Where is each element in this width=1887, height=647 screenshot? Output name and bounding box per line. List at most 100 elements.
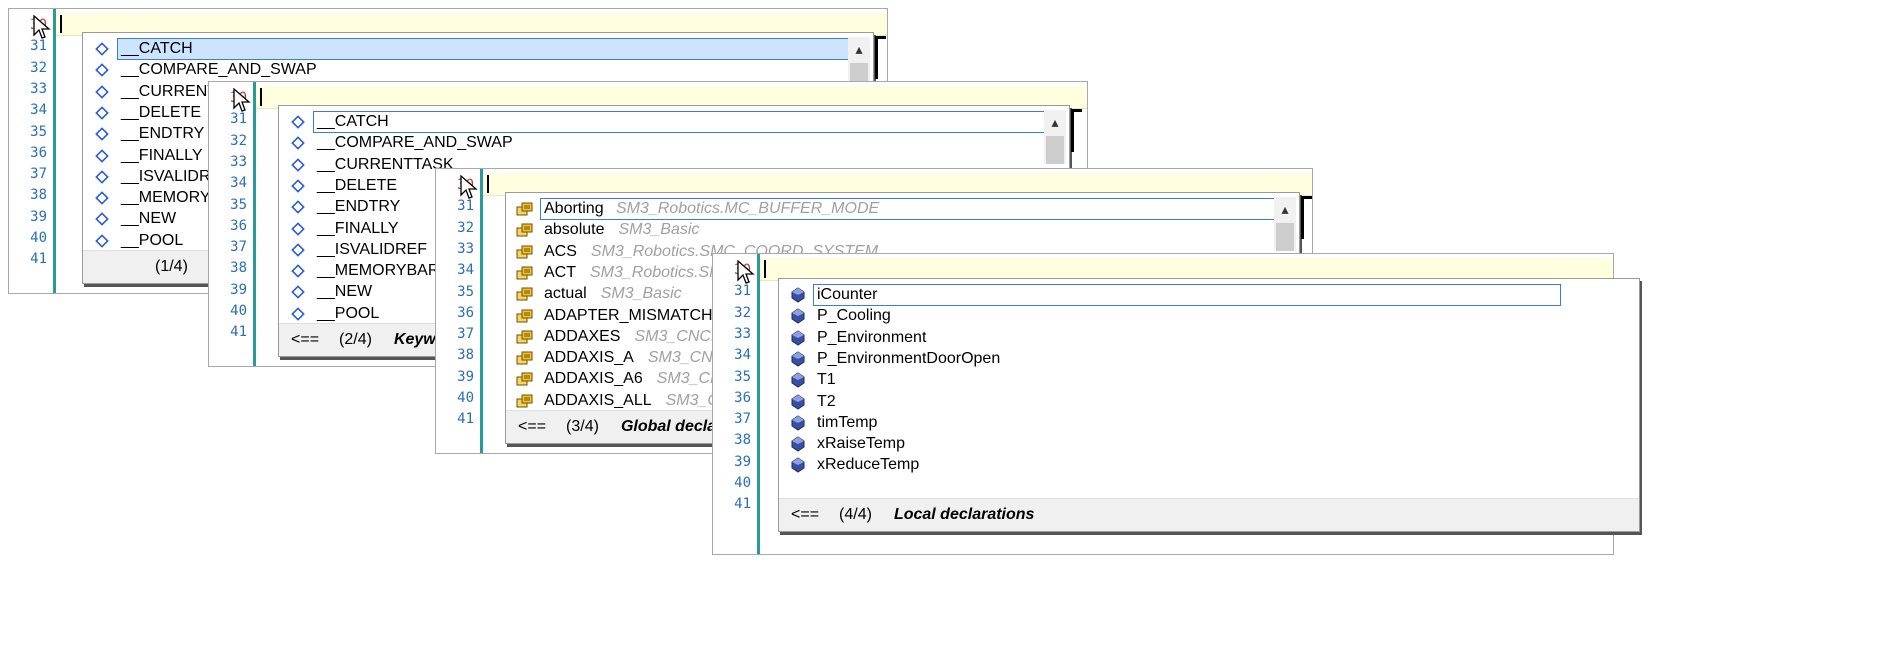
diamond-outline-icon (93, 104, 111, 122)
diamond-outline-icon (93, 147, 111, 165)
completion-item-label: T1 (817, 371, 836, 389)
scroll-up-icon[interactable]: ▴ (1274, 197, 1296, 219)
scrollbar[interactable]: ▴ (1274, 197, 1296, 251)
line-number: 40 (30, 230, 47, 246)
completion-item-label: __FINALLY (121, 146, 203, 164)
mouse-pointer-icon (33, 14, 51, 41)
enum-value-icon (516, 243, 534, 261)
diamond-outline-icon (289, 113, 307, 131)
enum-value-icon (516, 392, 534, 410)
diamond-outline-icon (289, 134, 307, 152)
variable-icon (789, 286, 807, 304)
diamond-outline-icon (289, 198, 307, 216)
line-number: 33 (734, 325, 751, 342)
completion-item-label: ADDAXES (544, 327, 621, 345)
line-number: 40 (230, 303, 247, 319)
line-number: 38 (230, 260, 247, 277)
page-indicator: (1/4) (155, 258, 188, 275)
popup-footer: <== (4/4) Local declarations (779, 498, 1639, 531)
variable-icon (789, 456, 807, 474)
variable-icon (789, 393, 807, 411)
mouse-pointer-icon (737, 259, 755, 286)
diamond-outline-icon (93, 232, 111, 250)
enum-value-icon (516, 349, 534, 367)
diamond-outline-icon (289, 220, 307, 238)
completion-item-label: __ENDTRY (121, 125, 205, 143)
diamond-outline-icon (289, 241, 307, 259)
previous-page-button[interactable]: <== (291, 331, 319, 349)
diamond-outline-icon (289, 262, 307, 280)
diamond-outline-icon (93, 189, 111, 207)
line-number: 34 (457, 262, 474, 279)
line-number: 41 (457, 411, 474, 428)
completion-item-label: ADDAXIS_A6 (544, 370, 643, 388)
diamond-outline-icon (289, 177, 307, 195)
scroll-up-icon[interactable]: ▴ (1044, 110, 1066, 132)
diamond-outline-icon (93, 40, 111, 58)
completion-item-label: P_Environment (817, 328, 927, 346)
completion-item-label: __ISVALIDREF (317, 240, 427, 258)
popup-resize-corner[interactable] (875, 36, 886, 79)
completion-item-label: __POOL (121, 231, 184, 249)
completion-item-label: T2 (817, 392, 836, 410)
line-number: 33 (30, 80, 47, 97)
enum-value-icon (516, 200, 534, 218)
scrollbar[interactable]: ▴ (1044, 110, 1066, 164)
popup-resize-corner[interactable] (1071, 109, 1082, 152)
completion-item-label: P_EnvironmentDoorOpen (817, 349, 1001, 367)
autocomplete-popup[interactable]: iCounter P_Cooling P_Environment P_Environm… (778, 278, 1640, 532)
completion-item-label: __FINALLY (317, 219, 399, 237)
line-number: 38 (734, 432, 751, 449)
enum-value-icon (516, 285, 534, 303)
line-number: 35 (457, 283, 474, 300)
line-number: 39 (734, 453, 751, 470)
line-number-gutter: 303132333435363738394041 (436, 169, 483, 453)
line-number: 36 (457, 304, 474, 321)
line-number: 36 (734, 389, 751, 406)
mouse-pointer-icon (233, 87, 251, 114)
completion-item-label: timTemp (817, 413, 878, 431)
diamond-outline-icon (93, 168, 111, 186)
enum-value-icon (516, 264, 534, 282)
scroll-thumb[interactable] (1276, 223, 1294, 251)
line-number: 38 (457, 347, 474, 364)
enum-value-icon (516, 328, 534, 346)
completion-item-label: __COMPARE_AND_SWAP (317, 134, 513, 152)
scroll-thumb[interactable] (1046, 136, 1064, 164)
text-caret (487, 175, 489, 193)
page-indicator: (4/4) (839, 506, 872, 523)
diamond-outline-icon (93, 61, 111, 79)
line-number: 38 (30, 187, 47, 204)
line-number: 34 (30, 102, 47, 119)
line-number: 41 (30, 251, 47, 268)
variable-icon (789, 371, 807, 389)
completion-item-label: P_Cooling (817, 307, 891, 325)
previous-page-button[interactable]: <== (791, 506, 819, 524)
line-number: 33 (457, 240, 474, 257)
line-number: 39 (457, 368, 474, 385)
category-label[interactable]: Local declarations (894, 506, 1035, 524)
line-number: 34 (230, 175, 247, 192)
diamond-outline-icon (289, 156, 307, 174)
completion-item-label: ADDAXIS_ALL (544, 391, 652, 409)
page-indicator: (3/4) (566, 418, 599, 435)
line-number: 35 (734, 368, 751, 385)
line-number: 34 (734, 347, 751, 364)
line-number: 32 (230, 132, 247, 149)
scroll-up-icon[interactable]: ▴ (848, 37, 870, 59)
enum-value-icon (516, 221, 534, 239)
completion-item-label: __ENDTRY (317, 198, 401, 216)
popup-resize-corner[interactable] (1301, 196, 1312, 239)
text-caret (60, 15, 62, 33)
completion-item-namespace: SM3_Basic (618, 221, 700, 239)
completion-item-label: __POOL (317, 304, 380, 322)
completion-item[interactable]: xReduceTemp (779, 453, 1619, 477)
completion-item-label: __CATCH (313, 111, 1049, 133)
line-number: 36 (30, 144, 47, 161)
text-caret (260, 88, 262, 106)
variable-icon (789, 435, 807, 453)
line-number-gutter: 303132333435363738394041 (9, 9, 56, 293)
line-number-gutter: 303132333435363738394041 (209, 82, 256, 366)
previous-page-button[interactable]: <== (518, 418, 546, 436)
diamond-outline-icon (289, 283, 307, 301)
